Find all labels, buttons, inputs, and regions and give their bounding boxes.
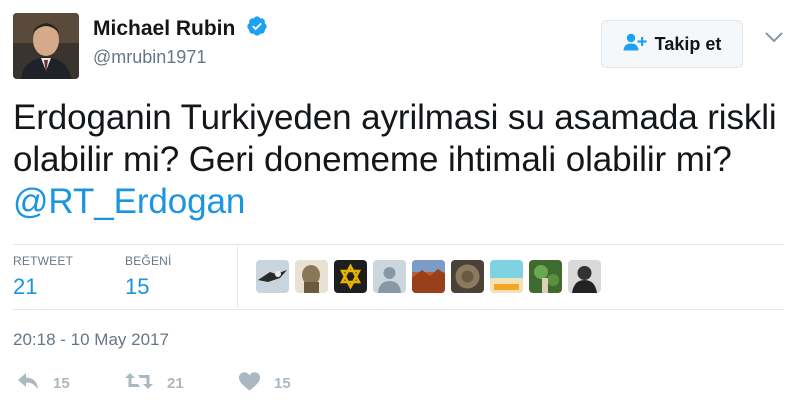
tweet-text: Erdoganin Turkiyeden ayrilmasi su asamad…	[13, 97, 783, 223]
liker-avatar[interactable]	[568, 260, 601, 293]
add-user-icon	[623, 33, 647, 56]
retweet-button[interactable]: 21	[125, 372, 184, 394]
like-button[interactable]: 15	[239, 372, 291, 395]
reply-button[interactable]: 15	[17, 372, 70, 394]
like-stat-label[interactable]: BEĞENİ	[125, 254, 172, 268]
divider	[13, 244, 784, 245]
tweet-text-body: Erdoganin Turkiyeden ayrilmasi su asamad…	[13, 98, 777, 179]
divider	[13, 309, 784, 310]
liker-avatar[interactable]	[295, 260, 328, 293]
liker-avatar[interactable]	[451, 260, 484, 293]
author-handle[interactable]: @mrubin1971	[93, 47, 206, 68]
liker-avatar[interactable]	[373, 260, 406, 293]
author-name-text[interactable]: Michael Rubin	[93, 17, 235, 40]
retweet-count: 21	[167, 374, 184, 392]
stats-divider	[237, 246, 238, 308]
retweet-icon	[125, 372, 153, 394]
liker-avatar[interactable]	[334, 260, 367, 293]
retweet-stat-label[interactable]: RETWEET	[13, 254, 73, 268]
verified-badge-icon	[246, 15, 268, 43]
chevron-down-icon[interactable]	[764, 30, 784, 49]
avatar[interactable]	[13, 13, 79, 79]
liker-avatar[interactable]	[412, 260, 445, 293]
likers-avatars	[256, 260, 601, 293]
reply-count: 15	[53, 374, 70, 392]
liker-avatar[interactable]	[256, 260, 289, 293]
follow-button[interactable]: Takip et	[601, 20, 743, 68]
mention-link[interactable]: @RT_Erdogan	[13, 182, 245, 221]
reply-icon	[17, 372, 39, 394]
follow-button-label: Takip et	[654, 33, 722, 54]
like-count: 15	[274, 375, 291, 392]
liker-avatar[interactable]	[529, 260, 562, 293]
tweet-card: Michael Rubin @mrubin1971 Takip et Erdog…	[0, 0, 797, 413]
heart-icon	[239, 372, 260, 395]
author-name[interactable]: Michael Rubin	[93, 15, 268, 43]
retweet-stat-count[interactable]: 21	[13, 274, 37, 300]
tweet-timestamp[interactable]: 20:18 - 10 May 2017	[13, 330, 169, 350]
like-stat-count[interactable]: 15	[125, 274, 149, 300]
liker-avatar[interactable]	[490, 260, 523, 293]
